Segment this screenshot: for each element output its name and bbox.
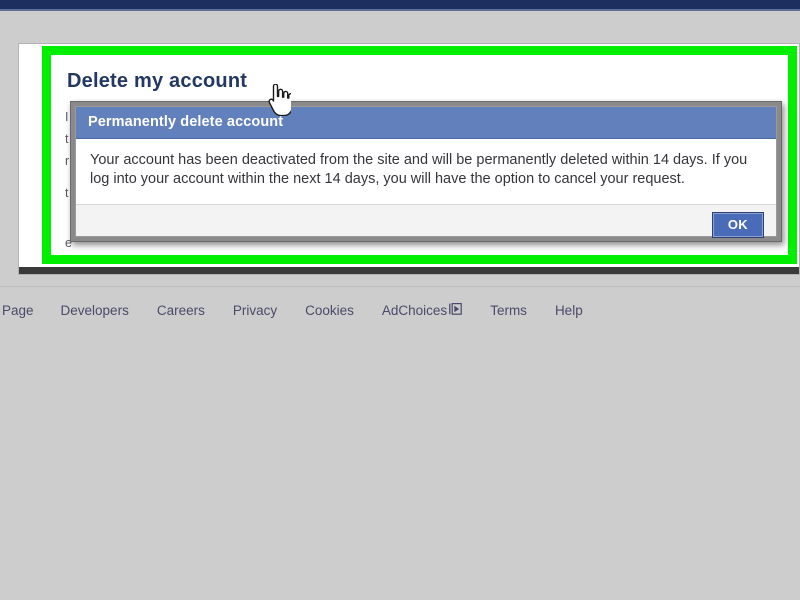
- dialog-title: Permanently delete account: [88, 114, 284, 130]
- footer-link-privacy[interactable]: Privacy: [233, 303, 277, 318]
- footer-link-careers[interactable]: Careers: [157, 303, 205, 318]
- footer-link-adchoices[interactable]: AdChoices: [382, 303, 462, 318]
- footer-link-label: Careers: [156, 303, 205, 318]
- dialog-inner-frame: Permanently delete account Your account …: [75, 106, 777, 238]
- footer-link-page[interactable]: Page: [2, 303, 34, 318]
- site-footer: Page Developers Careers Privacy Cookies …: [0, 286, 800, 318]
- footer-link-label: Help: [554, 303, 583, 318]
- footer-link-list: Page Developers Careers Privacy Cookies …: [0, 303, 800, 318]
- footer-link-label: Page: [2, 303, 34, 318]
- footer-link-label: Cookies: [305, 303, 354, 318]
- footer-link-help[interactable]: Help: [555, 303, 583, 318]
- site-top-bar: [0, 0, 800, 11]
- page-title: Delete my account: [67, 70, 248, 92]
- permanently-delete-account-dialog: Permanently delete account Your account …: [70, 101, 782, 242]
- dialog-body: Your account has been deactivated from t…: [76, 139, 776, 204]
- dialog-message: Your account has been deactivated from t…: [90, 152, 748, 187]
- footer-link-terms[interactable]: Terms: [490, 303, 527, 318]
- content-bottom-bar: [19, 267, 799, 274]
- footer-link-label: Developers: [60, 303, 129, 318]
- footer-link-developers[interactable]: Developers: [61, 303, 129, 318]
- dialog-title-bar: Permanently delete account: [76, 107, 776, 139]
- adchoices-triangle-icon: [449, 303, 462, 318]
- ok-button[interactable]: OK: [711, 212, 764, 238]
- footer-link-label: AdChoices: [381, 303, 448, 318]
- dialog-footer: OK: [76, 204, 776, 238]
- footer-link-cookies[interactable]: Cookies: [305, 303, 354, 318]
- footer-link-label: Privacy: [232, 303, 278, 318]
- footer-link-label: Terms: [490, 303, 527, 318]
